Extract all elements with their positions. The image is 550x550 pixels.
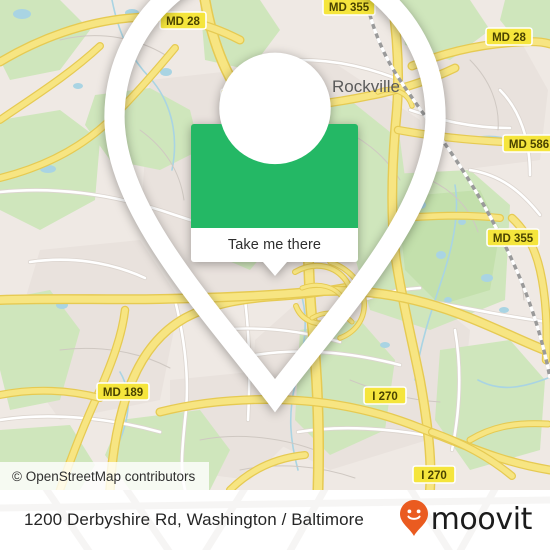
popup-tail [262,262,287,276]
popup-icon-area [103,0,446,413]
moovit-logo: moovit [399,499,532,542]
attribution-text: © OpenStreetMap contributors [12,468,196,484]
footer-bar: 1200 Derbyshire Rd, Washington / Baltimo… [0,490,550,550]
moovit-wordmark: moovit [430,502,533,537]
footer-address: 1200 Derbyshire Rd, Washington / Baltimo… [24,510,364,529]
shield-i270-south: I 270 [412,465,456,484]
location-pin-icon [0,0,550,421]
take-me-there-label: Take me there [227,237,322,253]
svg-text:I 270: I 270 [421,470,447,482]
moovit-smiley-pin-icon [399,499,429,542]
map-canvas[interactable]: .land{fill:#efe9e4} .resid{fill:#e9e2dd}… [0,0,550,490]
location-popup-card[interactable]: Take me there [103,0,446,413]
moovit-map-screenshot: .land{fill:#efe9e4} .resid{fill:#e9e2dd}… [0,0,550,550]
map-attribution: © OpenStreetMap contributors [0,462,209,490]
